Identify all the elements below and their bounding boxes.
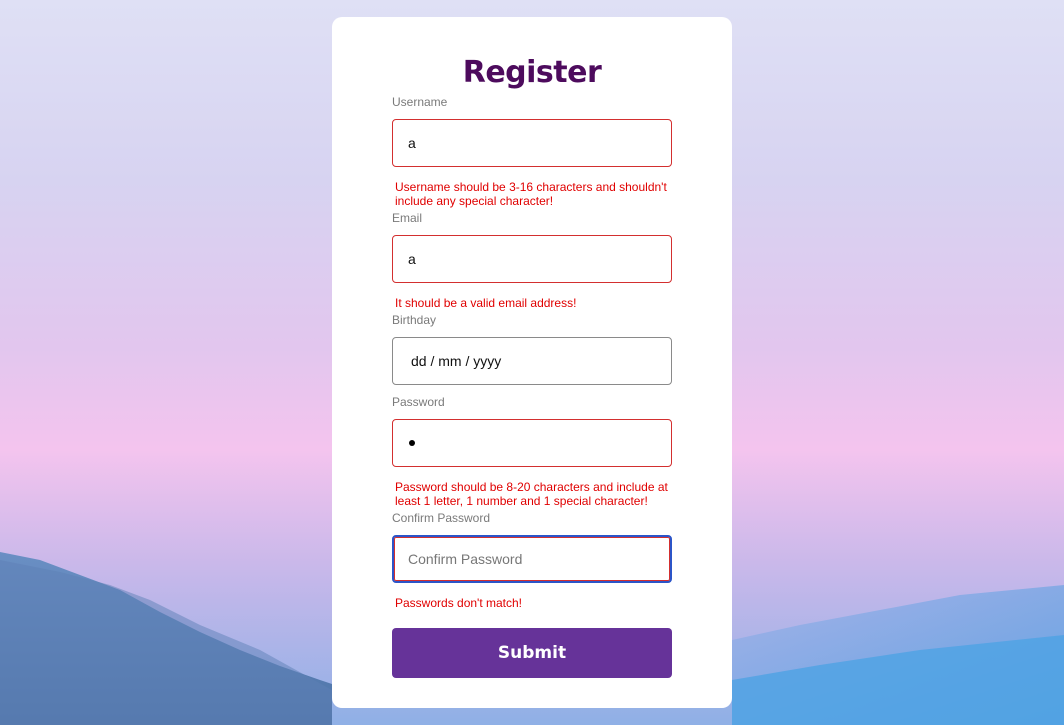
username-error: Username should be 3-16 characters and s… xyxy=(395,180,667,208)
confirm-password-error: Passwords don't match! xyxy=(395,596,523,610)
confirm-password-label: Confirm Password xyxy=(392,511,491,525)
username-label: Username xyxy=(392,95,448,109)
birthday-date-input[interactable]: dd / mm / yyyy xyxy=(392,337,672,385)
email-label: Email xyxy=(392,211,423,225)
page-title: Register xyxy=(462,55,602,90)
email-input[interactable] xyxy=(392,235,672,283)
birthday-date-format: dd / mm / yyyy xyxy=(411,353,502,369)
birthday-label: Birthday xyxy=(392,313,437,327)
email-error: It should be a valid email address! xyxy=(395,296,577,310)
username-input[interactable] xyxy=(392,119,672,167)
password-error: Password should be 8-20 characters and i… xyxy=(395,480,668,508)
password-mask-dot xyxy=(409,440,415,446)
submit-button[interactable]: Submit xyxy=(392,628,672,678)
password-label: Password xyxy=(392,395,445,409)
password-input[interactable] xyxy=(392,419,672,467)
confirm-password-input[interactable] xyxy=(392,535,672,583)
